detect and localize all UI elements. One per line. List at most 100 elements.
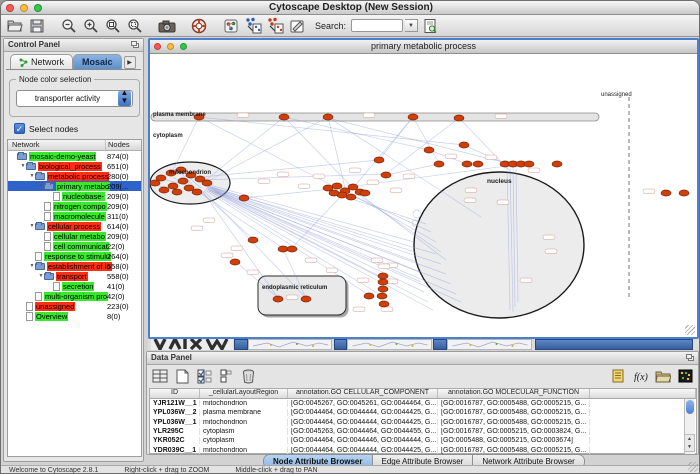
network-node[interactable] [378, 279, 388, 285]
app-resize-grip[interactable] [688, 462, 698, 472]
delete-attribute-icon[interactable] [239, 367, 257, 385]
tab-network[interactable]: Network [10, 54, 73, 69]
table-row[interactable]: YJR121W__1mitochondrion[GO:0045267, GO:0… [150, 399, 696, 408]
table-column-header[interactable]: annotation.GO MOLECULAR_FUNCTION [438, 389, 590, 398]
tree-row[interactable]: ▼transport558(0) [8, 271, 141, 281]
table-row[interactable]: YPL036W__2plasma membrane[GO:0044464, GO… [150, 408, 696, 417]
tree-row[interactable]: nucleobase-209(0) [8, 191, 141, 201]
network-node[interactable] [279, 114, 289, 120]
tree-row[interactable]: secretion41(0) [8, 281, 141, 291]
network-node[interactable] [329, 190, 339, 196]
network-node[interactable] [408, 114, 418, 120]
import-folder-icon[interactable] [654, 367, 672, 385]
table-column-header[interactable]: annotation.GO CELLULAR_COMPONENT [288, 389, 438, 398]
tree-row[interactable]: multi-organism pro42(0) [8, 291, 141, 301]
table-column-header[interactable]: ID [150, 389, 200, 398]
tree-row[interactable]: ▼cellular process614(0) [8, 221, 141, 231]
network-node[interactable] [524, 161, 534, 167]
zoom-out-icon[interactable] [59, 16, 79, 36]
tree-row[interactable]: cellular metabo209(0) [8, 231, 141, 241]
enhanced-search-icon[interactable] [420, 16, 440, 36]
tree-row[interactable]: ▼primary metabo209(... [8, 181, 141, 191]
network-node[interactable] [454, 115, 464, 121]
zoom-in-icon[interactable] [81, 16, 101, 36]
tree-row[interactable]: unassigned223(0) [8, 301, 141, 311]
background-window-bluebox[interactable] [433, 339, 447, 350]
tree-row[interactable]: macromolecule311(0) [8, 211, 141, 221]
function-icon[interactable]: f(x) [632, 367, 650, 385]
network-node[interactable] [239, 195, 249, 201]
network-node[interactable] [381, 172, 391, 178]
table-column-header[interactable] [590, 389, 696, 398]
open-session-icon[interactable] [5, 16, 25, 36]
network-node[interactable] [348, 184, 358, 190]
network-node[interactable] [473, 161, 483, 167]
zoom-selected-icon[interactable] [125, 16, 145, 36]
network-node[interactable] [168, 183, 178, 189]
tree-row[interactable]: ▼biological_process651(0) [8, 161, 141, 171]
notes-icon[interactable] [610, 367, 628, 385]
network-node[interactable] [364, 293, 374, 299]
background-window-bluebar[interactable] [535, 339, 693, 350]
table-row[interactable]: YPL036W__1mitochondrion[GO:0044464, GO:0… [150, 418, 696, 427]
search-input[interactable] [351, 19, 403, 32]
matrix-icon[interactable] [676, 367, 694, 385]
network-node[interactable] [346, 194, 356, 200]
background-window-bluebox[interactable] [334, 339, 347, 350]
select-nodes-checkbox[interactable]: ✓ [14, 123, 25, 134]
network-node[interactable] [424, 147, 434, 153]
help-icon[interactable] [189, 16, 209, 36]
network-node[interactable] [273, 296, 283, 302]
table-column-header[interactable]: _cellularLayoutRegion [200, 389, 288, 398]
background-window-bluebox[interactable] [234, 339, 248, 350]
network-node[interactable] [178, 178, 188, 184]
network-node[interactable] [332, 183, 342, 189]
network-node[interactable] [159, 187, 169, 193]
snapshot-icon[interactable] [157, 16, 177, 36]
network-node[interactable] [150, 180, 160, 186]
app-titlebar[interactable]: Cytoscape Desktop (New Session) [1, 1, 700, 15]
tree-row[interactable]: cell communicat22(0) [8, 241, 141, 251]
network-node[interactable] [462, 161, 472, 167]
network-node[interactable] [323, 114, 333, 120]
layout-blue-icon[interactable] [243, 16, 263, 36]
network-node[interactable] [248, 237, 258, 243]
network-node[interactable] [661, 190, 671, 196]
network-node[interactable] [378, 273, 388, 279]
tree-col-nodes[interactable]: Nodes [106, 140, 141, 150]
network-canvas[interactable]: plasma membranecytoplasmmitochondrionnuc… [150, 55, 697, 337]
more-tabs-arrow-icon[interactable]: ▶ [124, 56, 136, 69]
network-node[interactable] [434, 161, 444, 167]
network-node[interactable] [172, 189, 182, 195]
background-window-panel[interactable] [248, 339, 332, 350]
zoom-fit-icon[interactable] [103, 16, 123, 36]
float-panel-icon[interactable] [131, 41, 140, 49]
network-node[interactable] [378, 286, 388, 292]
window-resize-grip[interactable] [685, 325, 695, 335]
vizmapper-icon[interactable] [221, 16, 241, 36]
network-node[interactable] [374, 157, 384, 163]
network-node[interactable] [287, 246, 297, 252]
scrollbar-arrows[interactable]: ▲▼ [684, 434, 695, 452]
network-node[interactable] [192, 189, 202, 195]
table-row[interactable]: YLR295Ccytoplasm[GO:0045263, GO:0044464,… [150, 427, 696, 436]
data-panel-float-icon[interactable] [686, 354, 695, 362]
tree-row[interactable]: mosaic-demo-yeast874(0) [8, 151, 141, 161]
annotation-icon[interactable] [287, 16, 307, 36]
tree-col-network[interactable]: Network [8, 140, 106, 150]
background-window-panel[interactable] [447, 339, 532, 350]
attribute-table-icon[interactable] [151, 367, 169, 385]
background-window-panel[interactable] [347, 339, 432, 350]
scrollbar-thumb[interactable] [686, 400, 694, 414]
table-row[interactable]: YKR052Ccytoplasm[GO:0044464, GO:0044446,… [150, 436, 696, 445]
network-node[interactable] [202, 180, 212, 186]
layout-red-icon[interactable] [265, 16, 285, 36]
tree-row[interactable]: Overview8(0) [8, 311, 141, 321]
unselect-attributes-icon[interactable] [217, 367, 235, 385]
network-node[interactable] [360, 190, 370, 196]
tab-mosaic[interactable]: Mosaic [73, 54, 122, 69]
network-node[interactable] [230, 259, 240, 265]
background-window-glyphs[interactable] [151, 339, 233, 350]
network-view-window[interactable]: primary metabolic process plasma membran… [148, 38, 699, 339]
network-node[interactable] [459, 142, 469, 148]
